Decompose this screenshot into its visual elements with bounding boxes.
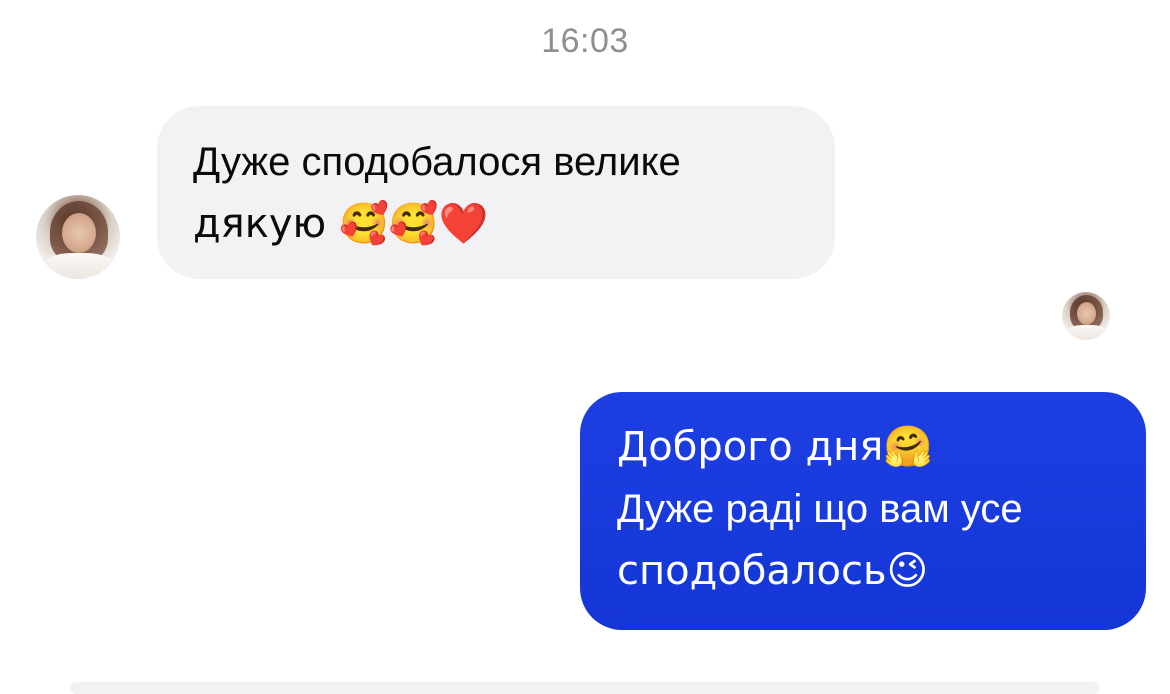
message-line: дякую 🥰🥰❤️ [193,201,489,247]
incoming-message-bubble[interactable]: Дуже сподобалося велике дякую 🥰🥰❤️ [157,106,835,279]
avatar-face [1077,302,1096,325]
message-line: Доброго дня🤗 [617,424,934,470]
read-receipt-avatar [1062,292,1110,340]
message-line: Дуже раді що вам усе [617,487,1023,531]
avatar-shirt [44,253,114,279]
message-line: Дуже сподобалося велике [193,140,681,184]
message-line: сподобалось😉 [617,548,929,594]
sender-avatar[interactable] [36,195,120,279]
message-timestamp: 16:03 [541,22,629,60]
avatar-face [62,213,96,253]
message-composer-edge[interactable] [70,682,1100,694]
outgoing-message-bubble[interactable]: Доброго дня🤗 Дуже раді що вам усе сподоб… [580,392,1146,630]
avatar-shirt [1067,325,1107,340]
